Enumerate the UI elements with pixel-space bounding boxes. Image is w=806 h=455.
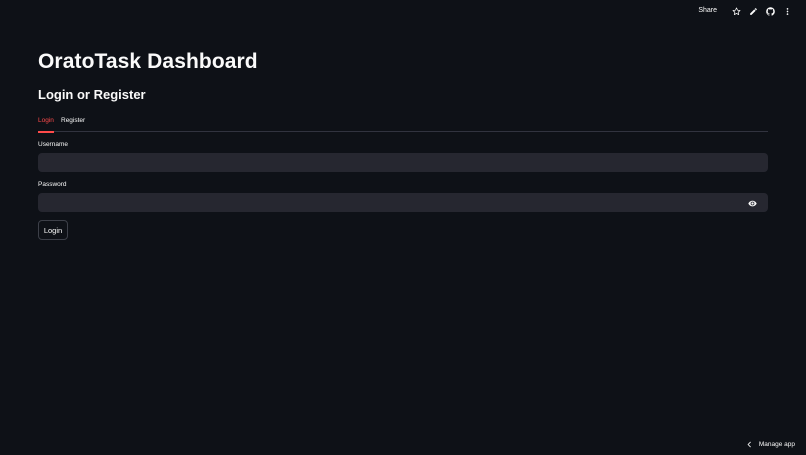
- chevron-left-icon: [746, 435, 753, 453]
- username-input[interactable]: [38, 153, 768, 172]
- section-heading: Login or Register: [38, 87, 146, 102]
- login-button[interactable]: Login: [38, 220, 68, 240]
- app-page: Share OratoTask Dashboard Login or Regis…: [0, 0, 806, 455]
- star-icon[interactable]: [729, 4, 743, 18]
- top-toolbar: Share: [698, 4, 794, 18]
- show-password-icon[interactable]: [747, 198, 757, 208]
- tab-login[interactable]: Login: [38, 117, 54, 133]
- password-label: Password: [38, 181, 67, 188]
- pencil-icon[interactable]: [746, 4, 760, 18]
- manage-app-label: Manage app: [758, 440, 795, 448]
- share-button[interactable]: Share: [698, 4, 717, 18]
- github-icon[interactable]: [763, 4, 777, 18]
- page-title: OratoTask Dashboard: [38, 50, 258, 73]
- more-vertical-icon[interactable]: [780, 4, 794, 18]
- password-input[interactable]: [38, 193, 768, 212]
- auth-tabs: Login Register: [38, 114, 768, 133]
- username-label: Username: [38, 141, 68, 148]
- manage-app-button[interactable]: Manage app: [746, 439, 795, 449]
- tab-register[interactable]: Register: [61, 117, 85, 132]
